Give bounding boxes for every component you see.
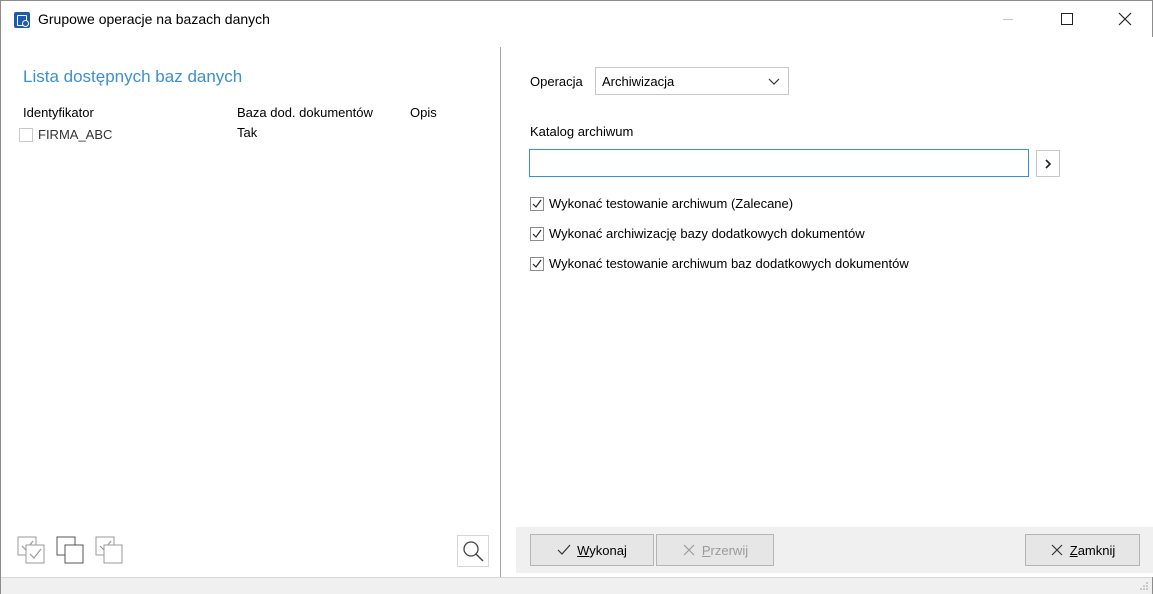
search-button[interactable]: [457, 535, 489, 567]
close-dialog-button[interactable]: Zamknij: [1025, 534, 1140, 566]
column-header-identifier[interactable]: Identyfikator: [23, 105, 94, 120]
search-icon: [463, 541, 484, 562]
column-header-description[interactable]: Opis: [410, 105, 437, 120]
panel-splitter[interactable]: [500, 47, 501, 577]
chevron-right-icon: [1045, 158, 1052, 169]
database-app-icon: [14, 12, 30, 28]
table-row[interactable]: FIRMA_ABC Tak: [17, 125, 487, 143]
execute-button-label: Wykonaj: [577, 542, 627, 558]
execute-button[interactable]: Wykonaj: [530, 534, 654, 566]
browse-button[interactable]: [1036, 150, 1060, 177]
minimize-button[interactable]: [985, 1, 1031, 37]
abort-button[interactable]: Przerwij: [656, 534, 774, 566]
select-all-icon[interactable]: [17, 536, 45, 564]
invert-selection-icon[interactable]: [95, 536, 123, 564]
checkmark-icon: [557, 544, 571, 555]
operation-label: Operacja: [530, 74, 583, 89]
option-checkbox[interactable]: [530, 227, 544, 241]
dialog-window: Grupowe operacje na bazach danych Lista …: [0, 0, 1153, 594]
resize-grip-icon[interactable]: [1139, 581, 1149, 591]
close-button[interactable]: [1102, 1, 1148, 37]
column-header-additional-docs[interactable]: Baza dod. dokumentów: [237, 105, 373, 120]
operation-select[interactable]: Archiwizacja: [595, 67, 789, 95]
button-bar: Wykonaj Przerwij Zamknij: [516, 527, 1153, 573]
window-title: Grupowe operacje na bazach danych: [38, 11, 270, 27]
option-label: Wykonać archiwizację bazy dodatkowych do…: [549, 226, 865, 241]
operation-selected-value: Archiwizacja: [602, 74, 675, 89]
chevron-down-icon: [768, 78, 780, 85]
catalog-input[interactable]: [529, 149, 1029, 177]
option-checkbox[interactable]: [530, 257, 544, 271]
abort-button-label: Przerwij: [701, 542, 749, 558]
checkmark-icon: [532, 229, 542, 238]
database-list-panel: Lista dostępnych baz danych Identyfikato…: [1, 37, 499, 577]
checkmark-icon: [532, 259, 542, 268]
row-identifier: FIRMA_ABC: [38, 127, 113, 142]
maximize-icon: [1061, 13, 1073, 25]
deselect-all-icon[interactable]: [56, 536, 84, 564]
title-bar: Grupowe operacje na bazach danych: [1, 1, 1152, 37]
close-dialog-button-label: Zamknij: [1069, 542, 1116, 558]
checkmark-icon: [532, 199, 542, 208]
operation-panel: Operacja Archiwizacja Katalog archiwum W…: [502, 37, 1153, 577]
close-icon: [1051, 544, 1063, 556]
option-label: Wykonać testowanie archiwum (Zalecane): [549, 196, 794, 211]
row-additional-docs: Tak: [237, 125, 258, 140]
option-checkbox[interactable]: [530, 197, 544, 211]
database-list-heading: Lista dostępnych baz danych: [23, 67, 243, 86]
catalog-label: Katalog archiwum: [530, 124, 634, 139]
minimize-icon: [1003, 18, 1013, 20]
status-bar: [1, 577, 1152, 594]
cancel-icon: [683, 544, 695, 556]
row-checkbox[interactable]: [19, 128, 33, 142]
option-label: Wykonać testowanie archiwum baz dodatkow…: [549, 256, 909, 271]
close-icon: [1118, 12, 1132, 26]
maximize-button[interactable]: [1044, 1, 1090, 37]
